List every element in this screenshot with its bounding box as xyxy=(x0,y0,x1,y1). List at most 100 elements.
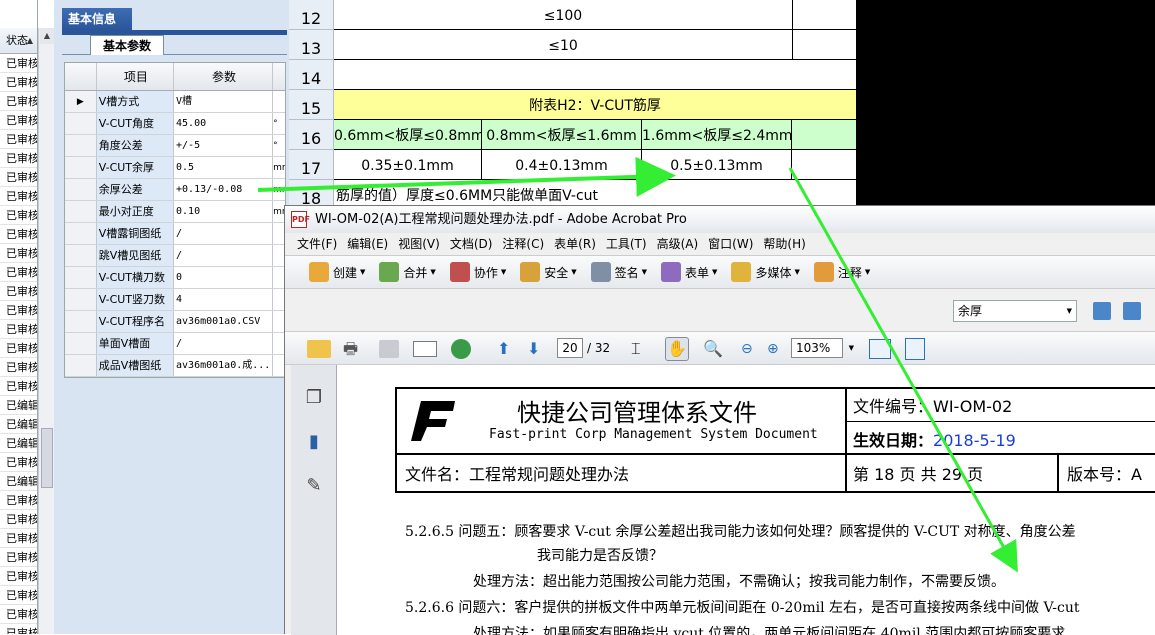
status-row[interactable]: 已审核 xyxy=(0,567,37,586)
status-row[interactable]: 已编辑 xyxy=(0,415,37,434)
save-icon[interactable] xyxy=(379,340,399,358)
status-row[interactable]: 已审核 xyxy=(0,168,37,187)
status-row[interactable]: 已审核 xyxy=(0,605,37,624)
row-selector[interactable] xyxy=(65,245,97,266)
select-tool-icon[interactable]: ⌶ xyxy=(631,338,641,360)
status-row[interactable]: 已编辑 xyxy=(0,396,37,415)
row-selector[interactable] xyxy=(65,267,97,288)
page-number-input[interactable]: 20 xyxy=(557,338,583,358)
param-value[interactable]: 4 xyxy=(174,289,274,310)
param-value[interactable]: +/-5 xyxy=(174,135,274,156)
status-row[interactable]: 已审核 xyxy=(0,624,37,634)
toolbar-button[interactable]: 创建 ▼ xyxy=(309,262,365,282)
hand-tool-icon[interactable]: ✋ xyxy=(665,337,689,361)
grid-corner[interactable] xyxy=(65,63,97,90)
dropdown-arrow-icon[interactable]: ▼ xyxy=(501,268,506,276)
param-row[interactable]: V-CUT竖刀数 4 xyxy=(65,289,285,311)
dropdown-arrow-icon[interactable]: ▼ xyxy=(794,268,799,276)
param-row[interactable]: 单面V槽面 / xyxy=(65,333,285,355)
param-row[interactable]: V-CUT横刀数 0 xyxy=(65,267,285,289)
zoom-level-input[interactable]: 103% ▼ xyxy=(791,338,854,358)
param-row[interactable]: V-CUT余厚0.5mm xyxy=(65,157,285,179)
status-row[interactable]: 已审核 xyxy=(0,453,37,472)
toolbar-button[interactable]: 协作 ▼ xyxy=(449,262,506,282)
acrobat-titlebar[interactable]: PDF WI-OM-02(A)工程常规问题处理办法.pdf - Adobe Ac… xyxy=(285,206,1155,233)
status-row[interactable]: 已编辑 xyxy=(0,472,37,491)
sheet-cell[interactable] xyxy=(792,150,857,180)
pages-panel-icon[interactable]: ❐ xyxy=(303,387,325,411)
scroll-thumb[interactable] xyxy=(41,428,53,488)
param-row[interactable]: ▶ V槽方式 V槽 xyxy=(65,91,285,113)
param-row[interactable]: 跳V槽见图纸 / xyxy=(65,245,285,267)
dropdown-arrow-icon[interactable]: ▼ xyxy=(1067,301,1072,321)
menu-item[interactable]: 高级(A) xyxy=(657,233,699,255)
vertical-scrollbar[interactable]: ▲ xyxy=(38,28,54,634)
param-value[interactable]: / xyxy=(174,333,274,354)
row-pointer-icon[interactable]: ▶ xyxy=(65,91,97,112)
param-value[interactable]: V槽 xyxy=(174,91,274,112)
sheet-cell[interactable] xyxy=(792,120,857,150)
print-icon[interactable]: 🖶 xyxy=(343,338,358,360)
sort-up-icon[interactable]: ▲ xyxy=(27,28,33,54)
sheet-cell[interactable]: ≤10 xyxy=(334,30,793,60)
col-header-item[interactable]: 项目 xyxy=(97,63,175,90)
col-header-param[interactable]: 参数 xyxy=(174,63,274,90)
status-row[interactable]: 已审核 xyxy=(0,586,37,605)
param-row[interactable]: 余厚公差+0.13/-0.08mm xyxy=(65,179,285,201)
status-row[interactable]: 已审核 xyxy=(0,377,37,396)
sheet-cell[interactable] xyxy=(334,60,857,90)
zoom-tool-icon[interactable]: 🔍 xyxy=(703,338,723,360)
status-row[interactable]: 已审核 xyxy=(0,358,37,377)
bookmarks-panel-icon[interactable]: ▮ xyxy=(303,431,325,455)
status-row[interactable]: 已审核 xyxy=(0,54,37,73)
status-column-header[interactable]: 状态 ▲ xyxy=(0,28,37,54)
status-row[interactable]: 已审核 xyxy=(0,92,37,111)
menu-item[interactable]: 窗口(W) xyxy=(708,233,753,255)
find-input[interactable]: 余厚 ▼ xyxy=(953,300,1077,322)
status-row[interactable]: 已审核 xyxy=(0,491,37,510)
row-selector[interactable] xyxy=(65,201,97,222)
subtab-basic-params[interactable]: 基本参数 xyxy=(90,35,164,55)
zoom-in-icon[interactable]: ⊕ xyxy=(767,338,779,360)
status-row[interactable]: 已审核 xyxy=(0,263,37,282)
email-icon[interactable] xyxy=(413,341,437,357)
param-value[interactable]: 0.10 xyxy=(174,201,274,222)
sheet-cell[interactable] xyxy=(793,0,857,30)
fit-width-icon[interactable] xyxy=(869,339,891,359)
menu-item[interactable]: 编辑(E) xyxy=(347,233,388,255)
status-row[interactable]: 已审核 xyxy=(0,130,37,149)
param-value[interactable]: av36m001a0.CSV xyxy=(174,311,274,332)
sheet-cell[interactable]: 0.4±0.13mm xyxy=(482,150,642,180)
sheet-cell[interactable]: 0.8mm<板厚≤1.6mm xyxy=(482,120,642,150)
param-row[interactable]: V槽露铜图纸 / xyxy=(65,223,285,245)
sheet-cell[interactable]: 1.6mm<板厚≤2.4mm xyxy=(642,120,792,150)
toolbar-button[interactable]: 表单 ▼ xyxy=(661,262,717,282)
next-page-icon[interactable]: ⬇ xyxy=(527,338,540,360)
param-row[interactable]: 成品V槽图纸 av36m001a0.成... xyxy=(65,355,285,377)
dropdown-arrow-icon[interactable]: ▼ xyxy=(642,268,647,276)
zoom-dropdown-icon[interactable]: ▼ xyxy=(849,339,854,357)
find-previous-icon[interactable] xyxy=(1093,302,1111,320)
tab-basic-info[interactable]: 基本信息 xyxy=(62,8,132,30)
param-value[interactable]: / xyxy=(174,223,274,244)
toolbar-button[interactable]: 注释 ▼ xyxy=(813,262,870,282)
row-header[interactable]: 12 xyxy=(289,0,334,30)
toolbar-button[interactable]: 安全 ▼ xyxy=(520,262,577,282)
menu-item[interactable]: 文件(F) xyxy=(297,233,337,255)
toolbar-button[interactable]: 多媒体 ▼ xyxy=(731,262,800,282)
menu-item[interactable]: 注释(C) xyxy=(502,233,544,255)
status-row[interactable]: 已审核 xyxy=(0,149,37,168)
previous-page-icon[interactable]: ⬆ xyxy=(497,338,510,360)
row-selector[interactable] xyxy=(65,311,97,332)
param-value[interactable]: av36m001a0.成... xyxy=(174,355,274,376)
signatures-panel-icon[interactable]: ✎ xyxy=(303,475,325,499)
param-row[interactable]: 角度公差 +/-5 ° xyxy=(65,135,285,157)
param-row[interactable]: V-CUT程序名 av36m001a0.CSV xyxy=(65,311,285,333)
menu-item[interactable]: 工具(T) xyxy=(606,233,647,255)
row-header[interactable]: 14 xyxy=(289,60,334,90)
status-row[interactable]: 已审核 xyxy=(0,206,37,225)
row-selector[interactable] xyxy=(65,179,97,200)
open-folder-icon[interactable] xyxy=(307,340,331,358)
menu-item[interactable]: 视图(V) xyxy=(398,233,440,255)
param-value[interactable]: 45.00 xyxy=(174,113,274,134)
